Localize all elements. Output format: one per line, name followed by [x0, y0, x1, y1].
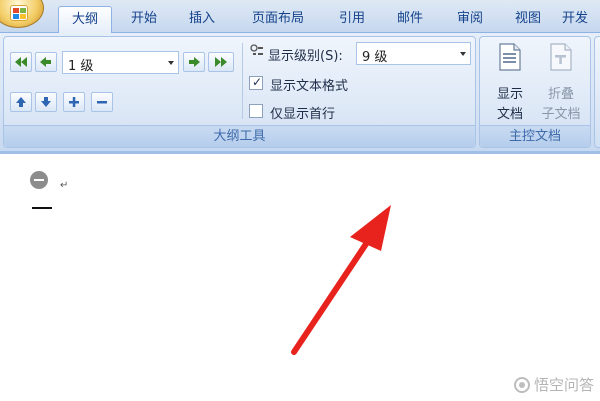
arrow-shaft — [291, 235, 373, 355]
watermark-text: 悟空问答 — [533, 376, 594, 394]
red-annotation-arrow — [291, 205, 391, 355]
watermark: 悟空问答 — [513, 374, 594, 395]
wukong-logo-icon — [513, 376, 530, 393]
arrow-head — [350, 205, 391, 251]
